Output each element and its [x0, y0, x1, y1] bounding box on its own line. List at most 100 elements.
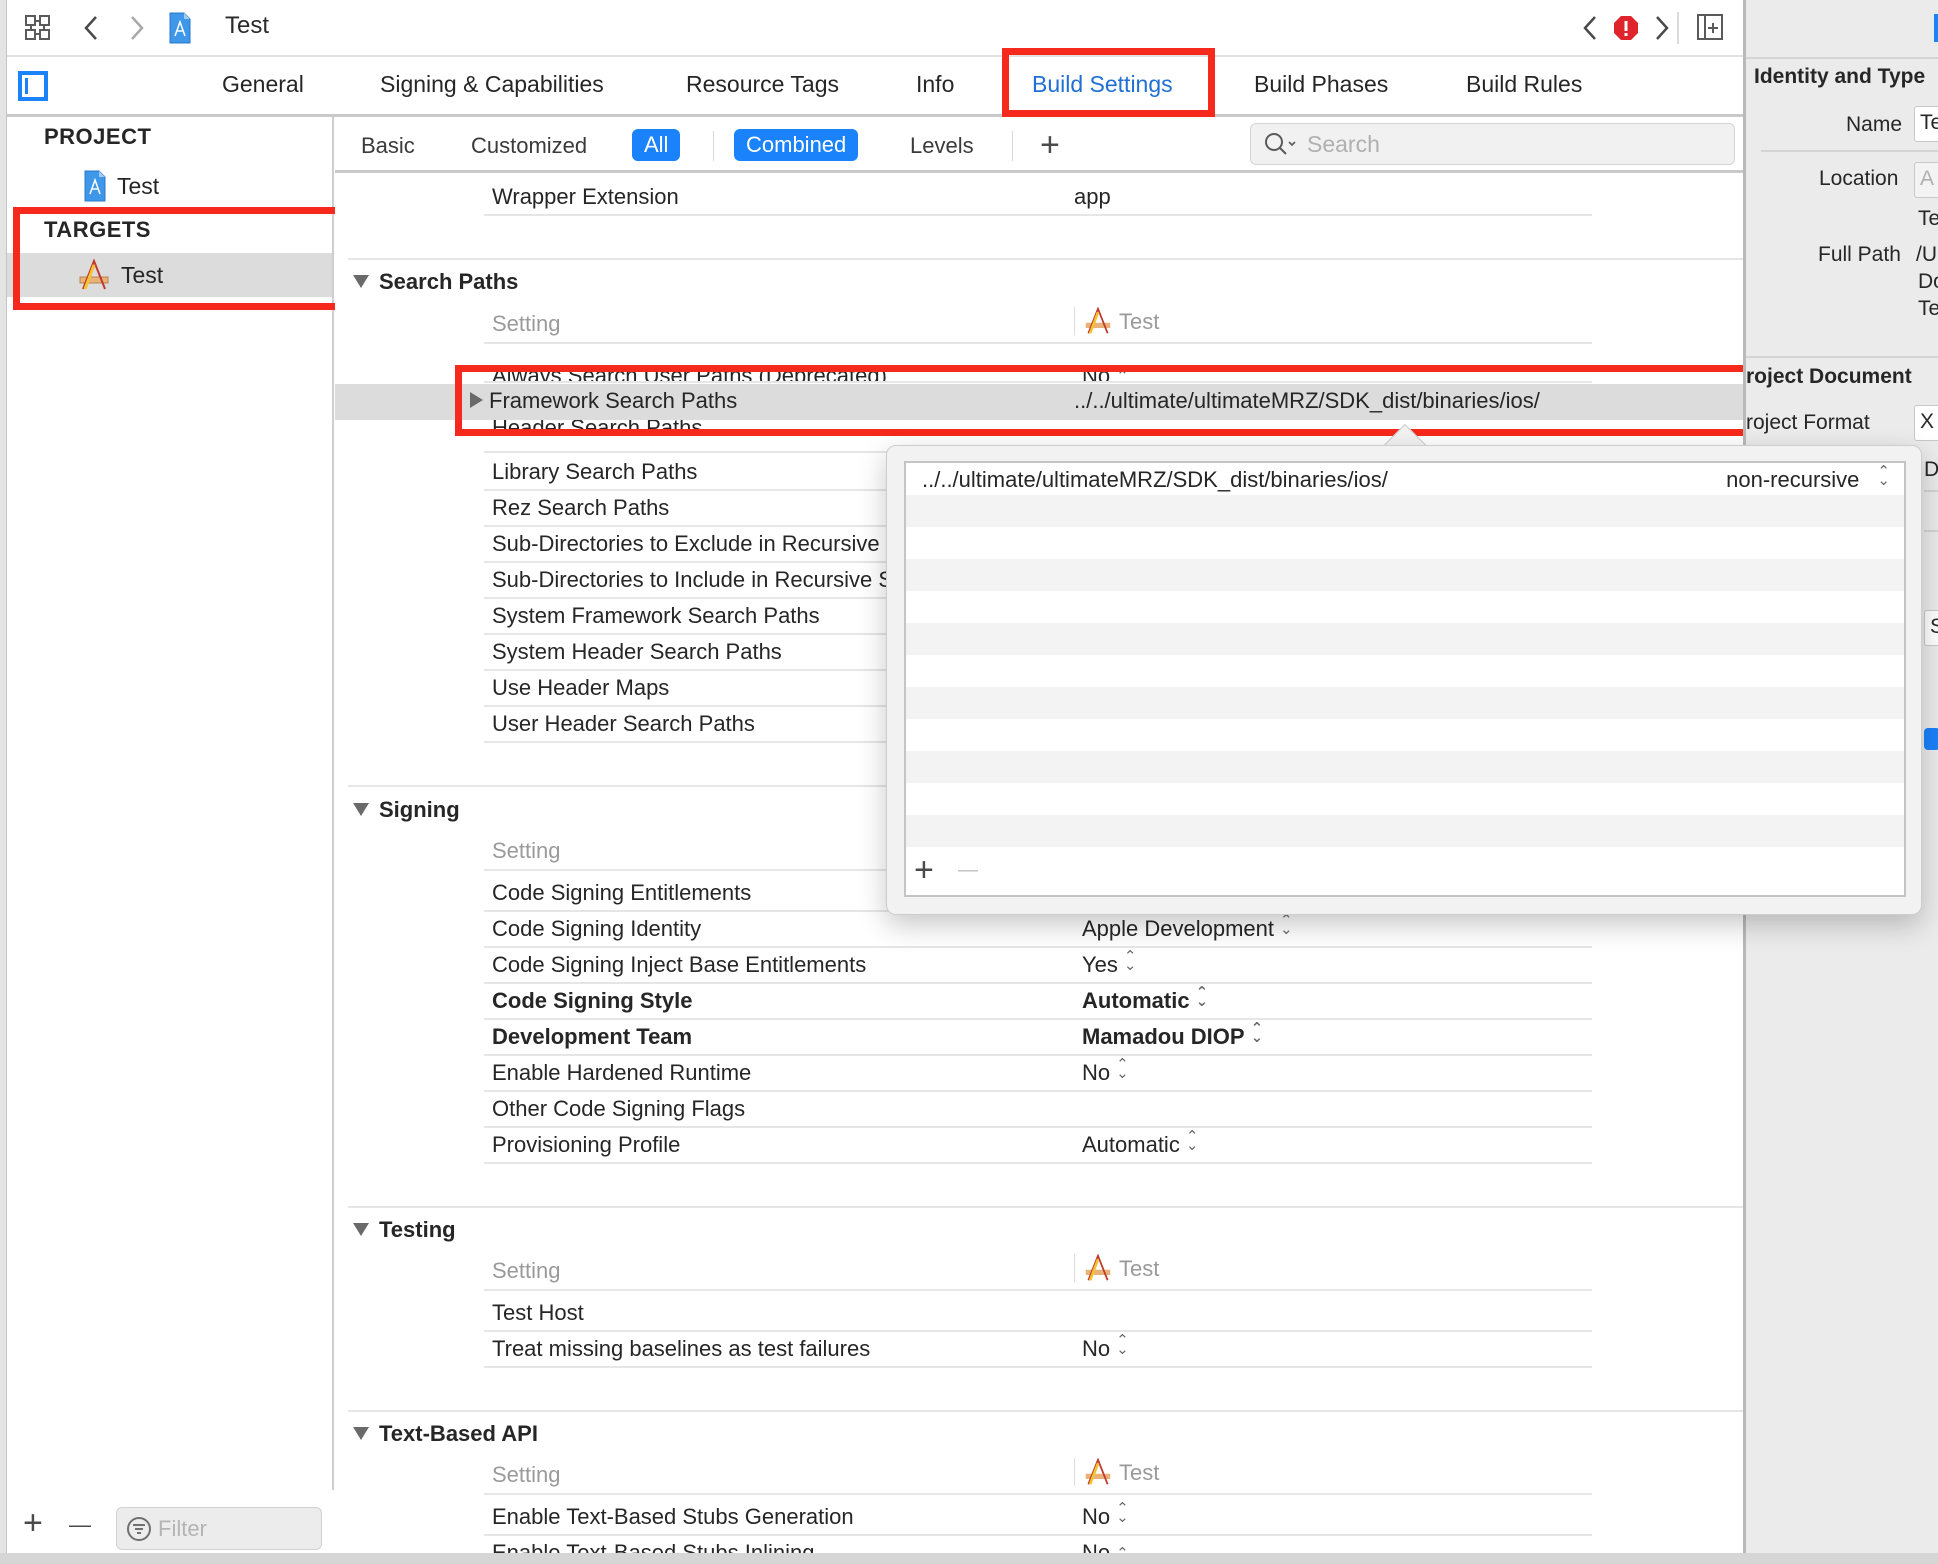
- inspector-partial-field[interactable]: S: [1924, 610, 1938, 646]
- settings-filter-bar: Basic Customized All Combined Levels +: [335, 117, 1743, 173]
- search-paths-table: ../../ultimate/ultimateMRZ/SDK_dist/bina…: [904, 461, 1906, 897]
- recursion-mode-popup[interactable]: non-recursive ⌃ ⌄: [1726, 464, 1890, 493]
- stepper-icon: ⌃ ⌄: [1123, 948, 1137, 974]
- app-target-icon: [1085, 306, 1111, 334]
- view-combined-button[interactable]: Combined: [734, 129, 859, 161]
- setting-row[interactable]: Always Search User Paths (Deprecated) No…: [484, 349, 1592, 383]
- setting-row[interactable]: Development Team Mamadou DIOP ⌃ ⌄: [484, 1020, 1592, 1056]
- filter-field[interactable]: [116, 1507, 322, 1550]
- forward-arrow-icon[interactable]: [125, 13, 149, 43]
- add-path-button[interactable]: +: [914, 851, 934, 890]
- empty-row: [906, 495, 1904, 527]
- setting-row[interactable]: Enable Text-Based Stubs Generation No ⌃ ⌄: [484, 1500, 1592, 1536]
- search-icon: [1263, 131, 1297, 157]
- popover-footer: + —: [906, 849, 1904, 895]
- stepper-icon: ⌃ ⌄: [1116, 1332, 1129, 1358]
- location-label: Location: [1819, 167, 1899, 190]
- disclosure-triangle-icon: [353, 275, 369, 288]
- sidebar-item-target-test[interactable]: Test: [7, 253, 332, 297]
- stepper-icon: ⌃ ⌄: [1195, 984, 1209, 1010]
- filter-input[interactable]: [158, 1515, 298, 1542]
- location-popup[interactable]: A: [1914, 162, 1938, 198]
- tab-signing-capabilities[interactable]: Signing & Capabilities: [380, 71, 604, 98]
- tab-resource-tags[interactable]: Resource Tags: [686, 71, 839, 98]
- section-divider: [348, 258, 1743, 260]
- back-arrow-icon[interactable]: [79, 13, 103, 43]
- inspector-checkbox[interactable]: [1924, 728, 1938, 750]
- tab-info[interactable]: Info: [916, 71, 954, 98]
- section-testing[interactable]: Testing: [353, 1217, 456, 1243]
- section-search-paths[interactable]: Search Paths: [353, 269, 518, 295]
- app-target-icon: [1085, 1457, 1111, 1485]
- filter-all-button[interactable]: All: [632, 129, 681, 161]
- sidebar-item-label: Test: [117, 172, 160, 199]
- setting-row[interactable]: Other Code Signing Flags: [484, 1092, 1592, 1128]
- add-setting-button[interactable]: +: [1040, 123, 1060, 164]
- name-field[interactable]: Te: [1914, 106, 1938, 142]
- empty-row: [906, 783, 1904, 815]
- breadcrumb-title[interactable]: Test: [225, 12, 269, 40]
- stepper-icon: ⌃ ⌄: [1280, 912, 1293, 938]
- setting-row[interactable]: Code Signing Style Automatic ⌃ ⌄: [484, 984, 1592, 1020]
- project-format-popup[interactable]: X: [1914, 405, 1938, 441]
- sidebar-toggle-icon[interactable]: [18, 71, 48, 101]
- stepper-icon: ⌃ ⌄: [1116, 1500, 1129, 1526]
- tab-build-rules[interactable]: Build Rules: [1466, 71, 1582, 98]
- remove-path-button[interactable]: —: [958, 859, 978, 882]
- name-label: Name: [1846, 113, 1903, 136]
- filter-separator: [1012, 131, 1013, 161]
- add-target-button[interactable]: +: [23, 1504, 43, 1543]
- section-divider: [348, 1206, 1743, 1208]
- targets-heading: TARGETS: [44, 217, 151, 242]
- section-signing[interactable]: Signing: [353, 797, 460, 823]
- empty-row: [906, 559, 1904, 591]
- grid-icon[interactable]: [23, 13, 53, 43]
- setting-row[interactable]: Wrapper Extension app: [484, 180, 1592, 216]
- filter-customized-button[interactable]: Customized: [471, 130, 587, 162]
- error-icon[interactable]: [1612, 14, 1640, 42]
- setting-row[interactable]: Treat missing baselines as test failures…: [484, 1332, 1592, 1368]
- section-text-based-api[interactable]: Text-Based API: [353, 1421, 538, 1447]
- sidebar-item-project-test[interactable]: Test: [7, 164, 332, 208]
- setting-row[interactable]: Test Host: [484, 1296, 1592, 1332]
- search-path-entry[interactable]: ../../ultimate/ultimateMRZ/SDK_dist/bina…: [906, 463, 1904, 495]
- editor-tab-bar: General Signing & Capabilities Resource …: [7, 57, 1743, 117]
- tab-build-phases[interactable]: Build Phases: [1254, 71, 1388, 98]
- app-target-icon: [1085, 1253, 1111, 1281]
- settings-search-input[interactable]: [1307, 130, 1707, 158]
- empty-row: [906, 655, 1904, 687]
- view-levels-button[interactable]: Levels: [910, 130, 974, 162]
- remove-target-button[interactable]: —: [69, 1512, 91, 1538]
- inspector-partial-text: Do: [1924, 458, 1938, 481]
- setting-row-framework-search-paths[interactable]: Framework Search Paths ../../ultimate/ul…: [470, 384, 1592, 420]
- empty-row: [906, 527, 1904, 559]
- full-path-label: Full Path: [1818, 243, 1901, 266]
- issue-prev-icon[interactable]: [1580, 13, 1600, 43]
- setting-row[interactable]: Code Signing Inject Base Entitlements Yes…: [484, 948, 1592, 984]
- setting-row[interactable]: Provisioning Profile Automatic ⌃ ⌄: [484, 1128, 1592, 1164]
- tab-build-settings[interactable]: Build Settings: [1032, 71, 1173, 98]
- issue-next-icon[interactable]: [1652, 13, 1672, 43]
- location-subpath: Te: [1918, 207, 1938, 230]
- inspector-separator: [1761, 150, 1938, 152]
- disclosure-triangle-icon: [470, 392, 483, 408]
- tab-general[interactable]: General: [222, 71, 304, 98]
- full-path-line: /U: [1916, 243, 1937, 266]
- setting-row[interactable]: Enable Hardened Runtime No ⌃ ⌄: [484, 1056, 1592, 1092]
- project-navigator-sidebar: PROJECT Test TARGETS Test: [7, 117, 334, 1564]
- empty-row: [906, 687, 1904, 719]
- setting-row[interactable]: Code Signing Identity Apple Development ⌃ ⌄: [484, 912, 1592, 948]
- inspector-tab-icon[interactable]: [1934, 14, 1938, 42]
- search-path-value[interactable]: ../../ultimate/ultimateMRZ/SDK_dist/bina…: [922, 467, 1388, 493]
- stepper-icon: ⌃ ⌄: [1250, 1020, 1264, 1046]
- empty-row: [906, 751, 1904, 783]
- disclosure-triangle-icon: [353, 803, 369, 816]
- project-document-heading: Project Document: [1743, 365, 1912, 388]
- filter-icon: [126, 1516, 152, 1542]
- window-bottom-edge: [0, 1553, 1938, 1564]
- settings-search-field[interactable]: [1250, 123, 1735, 165]
- add-editor-icon[interactable]: [1695, 12, 1725, 42]
- filter-basic-button[interactable]: Basic: [361, 130, 415, 162]
- stepper-icon: ⌃ ⌄: [1116, 1056, 1129, 1082]
- project-format-label: Project Format: [1743, 411, 1870, 434]
